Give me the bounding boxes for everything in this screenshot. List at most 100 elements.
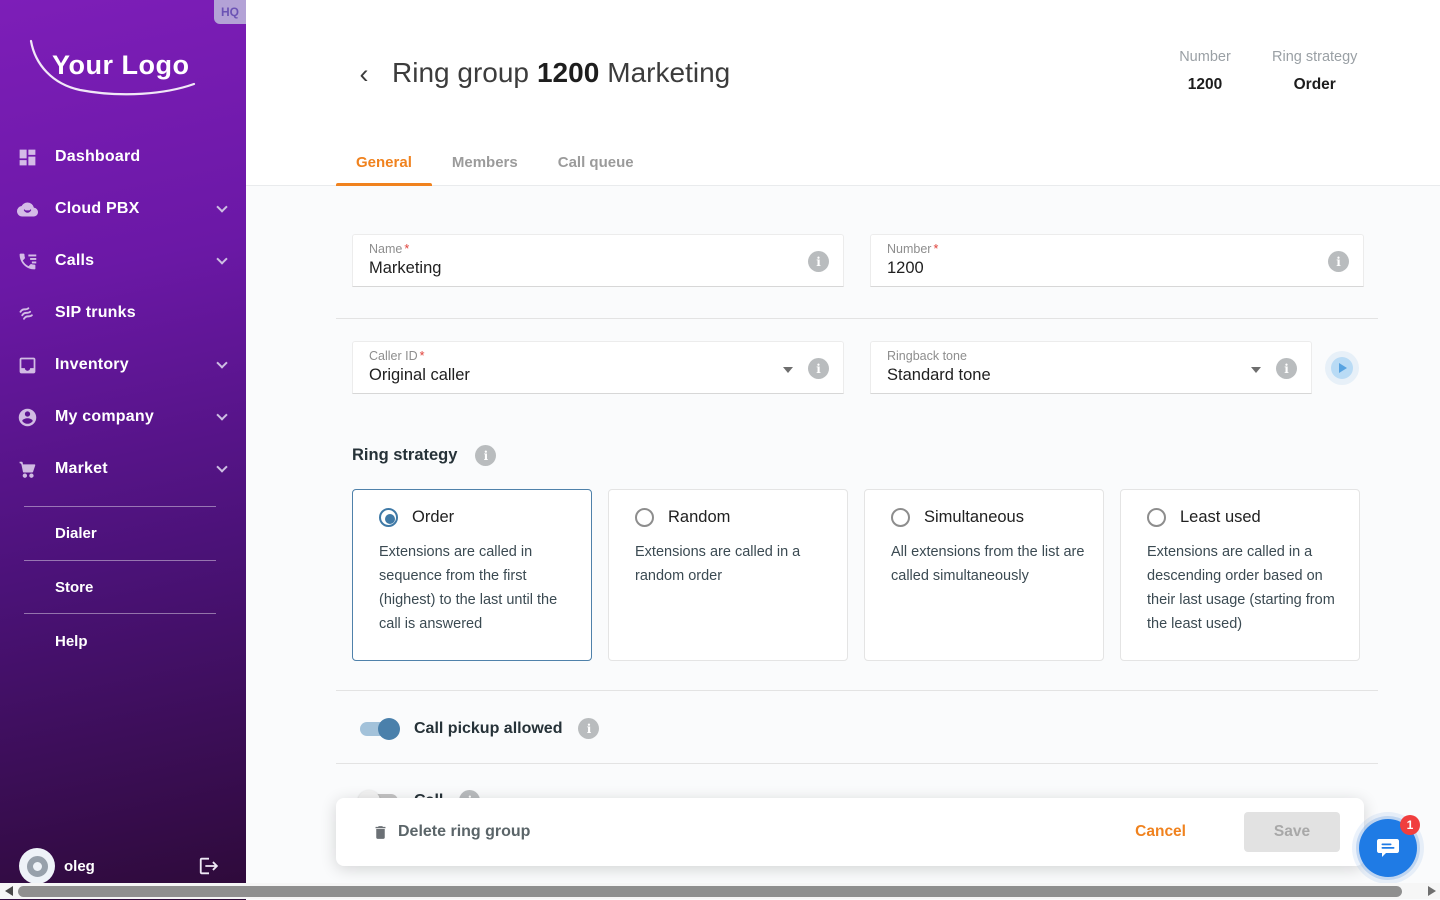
delete-ring-group-button[interactable]: Delete ring group <box>372 823 530 842</box>
horizontal-scrollbar[interactable] <box>0 883 1440 899</box>
market-icon <box>16 458 38 480</box>
play-icon <box>1339 363 1347 373</box>
user-name: oleg <box>64 858 95 875</box>
chat-widget-button[interactable]: 1 <box>1359 819 1417 877</box>
ring-strategy-section: Ring strategy i <box>352 445 496 466</box>
sidebar-item-label: My company <box>55 408 154 426</box>
info-icon[interactable]: i <box>808 358 829 379</box>
chat-icon <box>1374 834 1402 862</box>
strategy-card-order[interactable]: Order Extensions are called in sequence … <box>352 489 592 661</box>
inventory-icon <box>16 354 38 376</box>
scroll-left-arrow-icon[interactable] <box>5 886 13 896</box>
section-divider <box>336 690 1378 691</box>
sip-trunks-icon <box>16 302 38 324</box>
radio-selected-icon[interactable] <box>379 508 398 527</box>
sidebar-item-dashboard[interactable]: Dashboard <box>0 139 246 175</box>
summary-number: Number 1200 <box>1174 49 1236 94</box>
strategy-card-simultaneous[interactable]: Simultaneous All extensions from the lis… <box>864 489 1104 661</box>
sidebar-item-sip-trunks[interactable]: SIP trunks <box>0 295 246 331</box>
dashboard-icon <box>16 146 38 168</box>
play-tone-button[interactable] <box>1331 357 1353 379</box>
page-title-name: Marketing <box>607 57 730 88</box>
page-title: Ring group 1200 Marketing <box>392 57 730 89</box>
strategy-description: Extensions are called in a descending or… <box>1147 540 1343 636</box>
strategy-title: Order <box>412 508 454 527</box>
sidebar-link-dialer[interactable]: Dialer <box>55 520 97 546</box>
scroll-right-arrow-icon[interactable] <box>1428 886 1436 896</box>
tab-call-queue[interactable]: Call queue <box>538 139 654 185</box>
summary-ring-strategy-value: Order <box>1272 76 1357 94</box>
info-icon[interactable]: i <box>1328 251 1349 272</box>
number-field-value: 1200 <box>887 259 1363 278</box>
info-icon[interactable]: i <box>578 718 599 739</box>
info-icon[interactable]: i <box>1276 358 1297 379</box>
section-divider <box>336 318 1378 319</box>
call-pickup-toggle[interactable] <box>360 722 398 736</box>
sidebar-divider <box>24 560 216 561</box>
page-title-number: 1200 <box>537 57 599 88</box>
my-company-icon <box>16 406 38 428</box>
dropdown-caret-icon[interactable] <box>1251 367 1261 373</box>
page-title-prefix: Ring group <box>392 57 529 88</box>
sidebar-link-store[interactable]: Store <box>55 574 93 600</box>
cloud-icon <box>16 198 38 220</box>
caller-id-select[interactable]: Caller ID* Original caller i <box>352 341 844 394</box>
strategy-description: Extensions are called in a random order <box>635 540 831 588</box>
scrollbar-thumb[interactable] <box>18 886 1402 897</box>
number-field-label: Number* <box>887 242 1363 256</box>
back-button[interactable]: ‹ <box>350 58 378 90</box>
delete-label: Delete ring group <box>398 823 530 841</box>
summary-ring-strategy-label: Ring strategy <box>1272 49 1357 65</box>
logout-icon[interactable] <box>198 855 220 877</box>
save-button[interactable]: Save <box>1244 812 1340 852</box>
trash-icon <box>372 823 389 842</box>
section-divider <box>336 763 1378 764</box>
sidebar-item-calls[interactable]: Calls <box>0 243 246 279</box>
avatar[interactable] <box>19 848 55 884</box>
ringback-tone-select[interactable]: Ringback tone Standard tone i <box>870 341 1312 394</box>
summary-ring-strategy: Ring strategy Order <box>1272 49 1357 94</box>
sidebar-item-my-company[interactable]: My company <box>0 399 246 435</box>
sidebar-item-label: SIP trunks <box>55 304 136 322</box>
cancel-button[interactable]: Cancel <box>1135 823 1186 841</box>
caller-id-value: Original caller <box>369 366 843 385</box>
caller-id-label: Caller ID* <box>369 349 843 363</box>
radio-icon[interactable] <box>1147 508 1166 527</box>
call-pickup-row: Call pickup allowed i <box>360 718 599 739</box>
info-icon[interactable]: i <box>475 445 496 466</box>
strategy-card-least-used[interactable]: Least used Extensions are called in a de… <box>1120 489 1360 661</box>
sidebar-item-label: Cloud PBX <box>55 200 139 218</box>
strategy-card-random[interactable]: Random Extensions are called in a random… <box>608 489 848 661</box>
sidebar-divider <box>24 613 216 614</box>
sidebar: HQ Your Logo Dashboard Cloud PBX Calls S… <box>0 0 246 900</box>
logo: Your Logo <box>24 38 204 106</box>
radio-icon[interactable] <box>635 508 654 527</box>
strategy-title: Least used <box>1180 508 1261 527</box>
dropdown-caret-icon[interactable] <box>783 367 793 373</box>
ring-strategy-options: Order Extensions are called in sequence … <box>352 489 1360 661</box>
strategy-title: Random <box>668 508 730 527</box>
chat-unread-badge: 1 <box>1400 815 1420 835</box>
sidebar-item-cloud-pbx[interactable]: Cloud PBX <box>0 191 246 227</box>
ringback-tone-label: Ringback tone <box>887 349 1311 363</box>
hq-badge[interactable]: HQ <box>214 0 246 24</box>
sidebar-item-label: Calls <box>55 252 94 270</box>
tab-members[interactable]: Members <box>432 139 538 185</box>
strategy-description: All extensions from the list are called … <box>891 540 1087 588</box>
calls-icon <box>16 250 38 272</box>
logo-text: Your Logo <box>52 50 189 81</box>
name-field-value: Marketing <box>369 259 843 278</box>
info-icon[interactable]: i <box>808 251 829 272</box>
main-content: ‹ Ring group 1200 Marketing Number 1200 Ri… <box>246 0 1440 900</box>
page-header: ‹ Ring group 1200 Marketing Number 1200 Ri… <box>246 0 1440 186</box>
name-field[interactable]: Name* Marketing i <box>352 234 844 287</box>
sidebar-link-help[interactable]: Help <box>55 628 88 654</box>
radio-icon[interactable] <box>891 508 910 527</box>
sidebar-item-market[interactable]: Market <box>0 451 246 487</box>
sidebar-item-inventory[interactable]: Inventory <box>0 347 246 383</box>
chevron-down-icon <box>216 357 227 368</box>
number-field[interactable]: Number* 1200 i <box>870 234 1364 287</box>
chevron-down-icon <box>216 409 227 420</box>
tab-general[interactable]: General <box>336 139 432 185</box>
tab-bar: General Members Call queue <box>336 139 654 185</box>
